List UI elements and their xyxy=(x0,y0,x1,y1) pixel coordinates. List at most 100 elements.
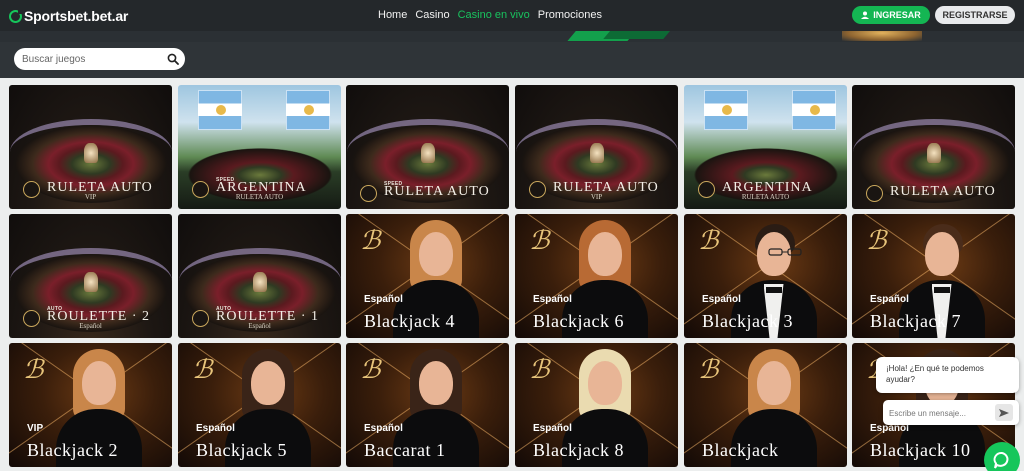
game-language: Español xyxy=(702,294,741,305)
game-tile[interactable]: AUTO ROULETTE · 1 Español xyxy=(178,214,341,338)
chat-message-input[interactable] xyxy=(889,407,989,419)
game-language: Español xyxy=(364,423,403,434)
game-tile[interactable]: RULETA AUTO VIP xyxy=(515,85,678,209)
game-tile[interactable]: ℬ Español Baccarat 1 xyxy=(346,343,509,467)
search-input[interactable] xyxy=(22,52,162,66)
game-provider-icon xyxy=(360,185,377,202)
send-button[interactable] xyxy=(995,404,1013,421)
provider-logo-icon: ℬ xyxy=(698,226,719,256)
game-title: Baccarat 1 xyxy=(364,440,446,460)
logo-mark-icon xyxy=(9,8,23,23)
game-title: Blackjack 4 xyxy=(364,311,455,331)
game-title: Blackjack 7 xyxy=(870,311,961,331)
provider-logo-icon: ℬ xyxy=(360,355,381,385)
search-bar-area xyxy=(0,42,1024,78)
dealer-face xyxy=(924,232,959,276)
game-title: Blackjack 10 xyxy=(870,440,971,460)
search-box xyxy=(14,48,185,70)
argentina-flag-icon xyxy=(704,90,748,130)
provider-logo-icon: ℬ xyxy=(23,355,44,385)
search-icon[interactable] xyxy=(167,53,179,65)
dealer-face xyxy=(418,232,453,276)
roulette-hub xyxy=(926,143,941,163)
game-title: RULETA AUTO xyxy=(384,184,490,199)
top-header: Sportsbet.bet.ar Home Casino Casino en v… xyxy=(0,0,1024,31)
logo-text: Sportsbet.bet.ar xyxy=(24,8,129,24)
game-tile[interactable]: AUTO ROULETTE · 2 Español xyxy=(9,214,172,338)
game-subtitle: VIP xyxy=(84,193,97,201)
game-language: Español xyxy=(196,423,235,434)
game-title: Blackjack 6 xyxy=(533,311,624,331)
game-tile[interactable]: RULETA AUTO xyxy=(852,85,1015,209)
dealer-face xyxy=(756,361,791,405)
game-tile[interactable]: RULETA AUTO VIP xyxy=(9,85,172,209)
chat-icon xyxy=(993,452,1009,469)
user-icon xyxy=(861,11,870,19)
argentina-flag-icon xyxy=(286,90,330,130)
game-language: Español xyxy=(533,294,572,305)
game-language: Español xyxy=(533,423,572,434)
provider-logo-icon: ℬ xyxy=(529,226,550,256)
game-title: Blackjack 3 xyxy=(702,311,793,331)
game-title: Blackjack 5 xyxy=(196,440,287,460)
bowtie-icon xyxy=(765,287,782,293)
game-title: Blackjack xyxy=(702,440,779,460)
roulette-hub xyxy=(589,143,604,163)
site-logo[interactable]: Sportsbet.bet.ar xyxy=(9,8,128,24)
dealer-face xyxy=(250,361,285,405)
provider-logo-icon: ℬ xyxy=(360,226,381,256)
game-tile[interactable]: SPEED RULETA AUTO xyxy=(346,85,509,209)
login-label: INGRESAR xyxy=(873,10,921,20)
nav-casino[interactable]: Casino xyxy=(415,9,449,21)
chat-greeting: ¡Hola! ¿En qué te podemos ayudar? xyxy=(876,357,1019,393)
game-provider-icon xyxy=(866,185,883,202)
game-tile[interactable]: ℬ Español Blackjack 7 xyxy=(852,214,1015,338)
game-tile[interactable]: SPEED ARGENTINA RULETA AUTO xyxy=(178,85,341,209)
provider-logo-icon: ℬ xyxy=(529,355,550,385)
banner-decoration xyxy=(842,31,922,41)
roulette-hub xyxy=(83,272,98,292)
bowtie-icon xyxy=(933,287,950,293)
game-title: RULETA AUTO xyxy=(890,184,996,199)
login-button[interactable]: INGRESAR xyxy=(852,6,930,24)
game-tile[interactable]: ℬ Español Blackjack 5 xyxy=(178,343,341,467)
game-language: VIP xyxy=(27,423,44,434)
dealer-face xyxy=(81,361,116,405)
game-subtitle: RULETA AUTO xyxy=(741,193,790,201)
game-tile[interactable]: ℬ Blackjack xyxy=(684,343,847,467)
roulette-hub xyxy=(83,143,98,163)
game-tile[interactable]: ℬ Español Blackjack 8 xyxy=(515,343,678,467)
dealer-face xyxy=(418,361,453,405)
game-language: Español xyxy=(870,294,909,305)
game-tile[interactable]: ℬ Español Blackjack 3 xyxy=(684,214,847,338)
game-title: Blackjack 2 xyxy=(27,440,118,460)
register-button[interactable]: REGISTRARSE xyxy=(935,6,1015,24)
chat-input-box xyxy=(883,400,1019,425)
game-tile[interactable]: ARGENTINA RULETA AUTO xyxy=(684,85,847,209)
game-subtitle: RULETA AUTO xyxy=(235,193,284,201)
game-language: Español xyxy=(364,294,403,305)
game-subtitle: Español xyxy=(79,322,102,330)
game-subtitle: VIP xyxy=(590,193,603,201)
game-title: Blackjack 8 xyxy=(533,440,624,460)
roulette-hub xyxy=(420,143,435,163)
main-nav: Home Casino Casino en vivo Promociones xyxy=(378,9,602,21)
game-tile[interactable]: ℬ Español Blackjack 4 xyxy=(346,214,509,338)
roulette-hub xyxy=(252,272,267,292)
provider-logo-icon: ℬ xyxy=(192,355,213,385)
nav-promociones[interactable]: Promociones xyxy=(538,9,602,21)
provider-logo-icon: ℬ xyxy=(698,355,719,385)
nav-home[interactable]: Home xyxy=(378,9,407,21)
banner-decoration xyxy=(603,31,677,39)
provider-logo-icon: ℬ xyxy=(866,226,887,256)
send-icon xyxy=(999,408,1009,417)
dealer-face xyxy=(587,361,622,405)
argentina-flag-icon xyxy=(792,90,836,130)
promo-banner-strip[interactable] xyxy=(0,31,1024,42)
argentina-flag-icon xyxy=(198,90,242,130)
game-subtitle: Español xyxy=(248,322,271,330)
nav-casino-en-vivo[interactable]: Casino en vivo xyxy=(458,9,530,21)
game-tile[interactable]: ℬ VIP Blackjack 2 xyxy=(9,343,172,467)
chat-open-button[interactable] xyxy=(984,442,1020,471)
game-tile[interactable]: ℬ Español Blackjack 6 xyxy=(515,214,678,338)
